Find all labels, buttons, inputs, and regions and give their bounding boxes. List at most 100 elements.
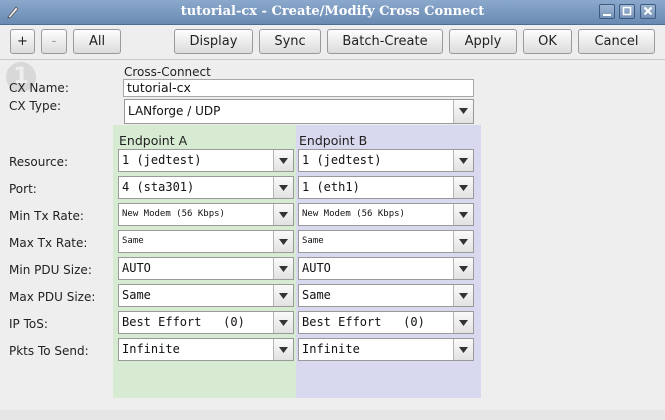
ip-tos-label: IP ToS: <box>9 317 48 331</box>
status-bar <box>0 410 665 420</box>
endpoint-a-ip-tos-select[interactable]: Best Effort (0) <box>118 311 294 334</box>
chevron-down-icon <box>279 293 288 299</box>
remove-button[interactable]: - <box>41 29 67 54</box>
max-tx-rate-label: Max Tx Rate: <box>9 236 88 250</box>
endpoint-a-port-dropdown-arrow[interactable] <box>273 177 293 198</box>
port-label: Port: <box>9 182 37 196</box>
endpoint-b-min-tx-rate-value: New Modem (56 Kbps) <box>302 209 405 219</box>
chevron-down-icon <box>459 266 468 272</box>
endpoint-b-max-tx-rate-select[interactable]: Same <box>298 230 474 253</box>
endpoint-a-min-tx-rate-value: New Modem (56 Kbps) <box>122 209 225 219</box>
endpoint-a-max-tx-rate-dropdown-arrow[interactable] <box>273 231 293 252</box>
batch-create-button[interactable]: Batch-Create <box>327 29 443 54</box>
cx-type-value: LANforge / UDP <box>128 104 221 118</box>
endpoint-b-min-tx-rate-select[interactable]: New Modem (56 Kbps) <box>298 203 474 226</box>
min-pdu-size-label: Min PDU Size: <box>9 263 92 277</box>
endpoint-a-resource-select[interactable]: 1 (jedtest) <box>118 149 294 172</box>
min-tx-rate-label: Min Tx Rate: <box>9 209 84 223</box>
endpoint-b-resource-select[interactable]: 1 (jedtest) <box>298 149 474 172</box>
endpoint-a-pkts-to-send-dropdown-arrow[interactable] <box>273 339 293 360</box>
endpoint-b-min-tx-rate-dropdown-arrow[interactable] <box>453 204 473 225</box>
endpoint-a-max-pdu-size-select[interactable]: Same <box>118 284 294 307</box>
endpoint-b-pkts-to-send-dropdown-arrow[interactable] <box>453 339 473 360</box>
endpoint-a-min-pdu-size-value: AUTO <box>122 261 151 275</box>
endpoint-a-port-value: 4 (sta301) <box>122 180 195 194</box>
endpoint-b-max-tx-rate-value: Same <box>302 236 324 246</box>
endpoint-b-port-dropdown-arrow[interactable] <box>453 177 473 198</box>
all-button[interactable]: All <box>73 29 121 54</box>
cancel-button[interactable]: Cancel <box>578 29 655 54</box>
ok-button[interactable]: OK <box>523 29 572 54</box>
endpoint-a-min-tx-rate-dropdown-arrow[interactable] <box>273 204 293 225</box>
endpoint-b-max-pdu-size-value: Same <box>302 288 331 302</box>
endpoint-b-ip-tos-dropdown-arrow[interactable] <box>453 312 473 333</box>
endpoint-b-ip-tos-value: Best Effort (0) <box>302 315 425 329</box>
chevron-down-icon <box>279 266 288 272</box>
endpoint-b-heading: Endpoint B <box>299 133 368 148</box>
endpoint-b-pkts-to-send-select[interactable]: Infinite <box>298 338 474 361</box>
chevron-down-icon <box>459 108 468 114</box>
endpoint-a-pkts-to-send-value: Infinite <box>122 342 180 356</box>
endpoint-a-min-pdu-size-select[interactable]: AUTO <box>118 257 294 280</box>
endpoint-b-port-value: 1 (eth1) <box>302 180 360 194</box>
maximize-icon <box>622 6 632 16</box>
chevron-down-icon <box>459 158 468 164</box>
title-bar: tutorial-cx - Create/Modify Cross Connec… <box>0 0 665 25</box>
add-button[interactable]: + <box>10 29 35 54</box>
sync-button[interactable]: Sync <box>259 29 321 54</box>
chevron-down-icon <box>459 293 468 299</box>
endpoint-b-resource-value: 1 (jedtest) <box>302 153 382 167</box>
chevron-down-icon <box>279 158 288 164</box>
endpoint-b-min-pdu-size-dropdown-arrow[interactable] <box>453 258 473 279</box>
pkts-to-send-label: Pkts To Send: <box>9 344 89 358</box>
endpoint-a-max-tx-rate-value: Same <box>122 236 144 246</box>
chevron-down-icon <box>459 347 468 353</box>
chevron-down-icon <box>459 185 468 191</box>
endpoint-b-min-pdu-size-select[interactable]: AUTO <box>298 257 474 280</box>
endpoint-b-max-pdu-size-select[interactable]: Same <box>298 284 474 307</box>
endpoint-b-min-pdu-size-value: AUTO <box>302 261 331 275</box>
cross-connect-heading: Cross-Connect <box>124 65 211 79</box>
toolbar-separator <box>0 59 665 60</box>
endpoint-a-ip-tos-value: Best Effort (0) <box>122 315 245 329</box>
endpoint-b-port-select[interactable]: 1 (eth1) <box>298 176 474 199</box>
endpoint-b-resource-dropdown-arrow[interactable] <box>453 150 473 171</box>
endpoint-a-ip-tos-dropdown-arrow[interactable] <box>273 312 293 333</box>
endpoint-b-max-pdu-size-dropdown-arrow[interactable] <box>453 285 473 306</box>
endpoint-b-max-tx-rate-dropdown-arrow[interactable] <box>453 231 473 252</box>
resource-label: Resource: <box>9 155 69 169</box>
apply-button[interactable]: Apply <box>449 29 517 54</box>
endpoint-a-resource-dropdown-arrow[interactable] <box>273 150 293 171</box>
close-icon <box>643 6 653 16</box>
chevron-down-icon <box>279 212 288 218</box>
endpoint-a-max-pdu-size-dropdown-arrow[interactable] <box>273 285 293 306</box>
max-pdu-size-label: Max PDU Size: <box>9 290 96 304</box>
cx-type-dropdown-arrow[interactable] <box>453 100 473 123</box>
endpoint-a-heading: Endpoint A <box>119 133 188 148</box>
cx-name-input[interactable]: tutorial-cx <box>123 79 474 97</box>
endpoint-a-port-select[interactable]: 4 (sta301) <box>118 176 294 199</box>
chevron-down-icon <box>279 320 288 326</box>
minimize-button[interactable] <box>599 4 615 19</box>
endpoint-b-ip-tos-select[interactable]: Best Effort (0) <box>298 311 474 334</box>
window-title: tutorial-cx - Create/Modify Cross Connec… <box>180 4 485 19</box>
chevron-down-icon <box>279 239 288 245</box>
maximize-button[interactable] <box>619 4 635 19</box>
close-button[interactable] <box>640 4 656 19</box>
endpoint-b-pkts-to-send-value: Infinite <box>302 342 360 356</box>
chevron-down-icon <box>459 212 468 218</box>
chevron-down-icon <box>459 239 468 245</box>
cx-type-select[interactable]: LANforge / UDP <box>124 99 474 124</box>
endpoint-a-resource-value: 1 (jedtest) <box>122 153 202 167</box>
cx-name-label: CX Name: <box>9 81 69 95</box>
endpoint-a-min-tx-rate-select[interactable]: New Modem (56 Kbps) <box>118 203 294 226</box>
endpoint-a-max-pdu-size-value: Same <box>122 288 151 302</box>
endpoint-a-max-tx-rate-select[interactable]: Same <box>118 230 294 253</box>
chevron-down-icon <box>279 347 288 353</box>
endpoint-a-pkts-to-send-select[interactable]: Infinite <box>118 338 294 361</box>
endpoint-a-min-pdu-size-dropdown-arrow[interactable] <box>273 258 293 279</box>
minimize-icon <box>603 14 611 16</box>
chevron-down-icon <box>279 185 288 191</box>
display-button[interactable]: Display <box>174 29 253 54</box>
chevron-down-icon <box>459 320 468 326</box>
